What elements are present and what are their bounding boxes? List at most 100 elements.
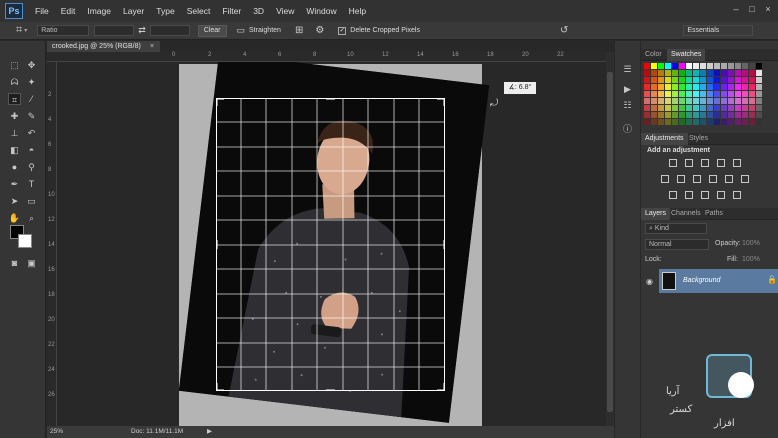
color-swatch[interactable]	[686, 98, 692, 104]
status-menu-icon[interactable]: ▶	[207, 427, 212, 435]
color-swatch[interactable]	[644, 70, 650, 76]
color-swatch[interactable]	[756, 70, 762, 76]
color-swatch[interactable]	[679, 63, 685, 69]
color-swatch[interactable]	[651, 84, 657, 90]
color-swatch[interactable]	[686, 91, 692, 97]
color-swatch[interactable]	[728, 112, 734, 118]
layer-row-background[interactable]: Background 🔒	[659, 269, 778, 293]
properties-panel-icon[interactable]: ☷	[621, 99, 634, 111]
color-swatch[interactable]	[749, 77, 755, 83]
color-swatch[interactable]	[672, 119, 678, 125]
history-brush-icon[interactable]: ↶	[25, 127, 38, 139]
tab-styles[interactable]: Styles	[685, 133, 712, 145]
color-swatch[interactable]	[707, 77, 713, 83]
color-swatch[interactable]	[672, 77, 678, 83]
color-swatch[interactable]	[721, 112, 727, 118]
color-swatch[interactable]	[735, 112, 741, 118]
color-swatch[interactable]	[693, 63, 699, 69]
color-swatch[interactable]	[672, 98, 678, 104]
hand-tool-icon[interactable]: ✋	[8, 212, 21, 224]
color-swatch[interactable]	[714, 77, 720, 83]
eyedropper-icon[interactable]: ⁄	[25, 93, 38, 105]
vibrance-icon[interactable]	[733, 159, 741, 167]
color-swatch[interactable]	[665, 70, 671, 76]
color-swatch[interactable]	[756, 63, 762, 69]
color-swatch[interactable]	[742, 112, 748, 118]
color-swatch[interactable]	[679, 112, 685, 118]
color-swatch[interactable]	[742, 84, 748, 90]
color-swatch[interactable]	[644, 105, 650, 111]
color-swatch[interactable]	[700, 84, 706, 90]
history-panel-icon[interactable]: ☰	[621, 63, 634, 75]
scroll-thumb[interactable]	[607, 72, 613, 412]
color-swatch[interactable]	[672, 70, 678, 76]
color-swatch[interactable]	[735, 84, 741, 90]
color-swatch[interactable]	[686, 105, 692, 111]
reset-icon[interactable]: ↺	[560, 25, 568, 36]
layer-filter-kind[interactable]: ⌕ Kind	[645, 223, 707, 234]
color-swatch[interactable]	[672, 105, 678, 111]
color-swatch[interactable]	[665, 112, 671, 118]
color-swatch[interactable]	[679, 105, 685, 111]
color-swatch[interactable]	[721, 105, 727, 111]
background-color-swatch[interactable]	[18, 234, 32, 248]
color-swatch[interactable]	[686, 119, 692, 125]
workspace-select[interactable]: Essentials	[683, 25, 754, 36]
invert-icon[interactable]	[669, 191, 677, 199]
path-selection-icon[interactable]: ➤	[8, 195, 21, 207]
color-swatch[interactable]	[735, 70, 741, 76]
tab-color[interactable]: Color	[641, 49, 666, 61]
color-swatch[interactable]	[749, 84, 755, 90]
color-swatch[interactable]	[714, 84, 720, 90]
menu-view[interactable]: View	[270, 6, 300, 16]
color-swatch[interactable]	[651, 91, 657, 97]
color-swatch[interactable]	[665, 84, 671, 90]
blur-tool-icon[interactable]: ●	[8, 161, 21, 173]
color-swatch[interactable]	[728, 77, 734, 83]
color-swatch[interactable]	[735, 63, 741, 69]
ratio-select[interactable]: Ratio	[37, 25, 90, 36]
color-swatch[interactable]	[721, 77, 727, 83]
color-swatch[interactable]	[665, 119, 671, 125]
ratio-width-input[interactable]	[94, 25, 135, 36]
swatches-grid[interactable]	[641, 61, 778, 133]
photo-filter-icon[interactable]	[709, 175, 717, 183]
close-icon[interactable]: ×	[761, 4, 775, 16]
color-swatch[interactable]	[700, 119, 706, 125]
color-swatch[interactable]	[721, 84, 727, 90]
color-swatch[interactable]	[651, 112, 657, 118]
eraser-icon[interactable]: ◧	[8, 144, 21, 156]
black-white-icon[interactable]	[693, 175, 701, 183]
posterize-icon[interactable]	[685, 191, 693, 199]
chevron-down-icon[interactable]: ▾	[24, 27, 27, 34]
color-swatch[interactable]	[721, 70, 727, 76]
color-swatch[interactable]	[693, 105, 699, 111]
color-swatch[interactable]	[749, 91, 755, 97]
color-swatch[interactable]	[658, 98, 664, 104]
color-swatch[interactable]	[721, 91, 727, 97]
color-swatch[interactable]	[756, 98, 762, 104]
color-swatch[interactable]	[707, 119, 713, 125]
color-swatch[interactable]	[679, 91, 685, 97]
color-swatch[interactable]	[693, 70, 699, 76]
color-swatch[interactable]	[679, 84, 685, 90]
curves-icon[interactable]	[701, 159, 709, 167]
color-swatch[interactable]	[679, 98, 685, 104]
zoom-level[interactable]: 25%	[50, 428, 63, 435]
minimize-icon[interactable]: –	[729, 4, 743, 16]
color-swatch[interactable]	[658, 63, 664, 69]
color-swatch[interactable]	[700, 112, 706, 118]
color-swatch[interactable]	[742, 77, 748, 83]
color-swatch[interactable]	[749, 105, 755, 111]
paint-bucket-icon[interactable]: ◓	[25, 144, 38, 156]
color-swatch[interactable]	[693, 112, 699, 118]
grid-overlay-icon[interactable]: ⊞	[295, 25, 303, 36]
close-tab-icon[interactable]: ×	[150, 41, 154, 52]
pen-tool-icon[interactable]: ✒	[8, 178, 21, 190]
ratio-height-input[interactable]	[149, 25, 190, 36]
color-swatch[interactable]	[756, 77, 762, 83]
color-swatch[interactable]	[714, 119, 720, 125]
brightness-icon[interactable]	[669, 159, 677, 167]
threshold-icon[interactable]	[701, 191, 709, 199]
color-swatch[interactable]	[728, 91, 734, 97]
